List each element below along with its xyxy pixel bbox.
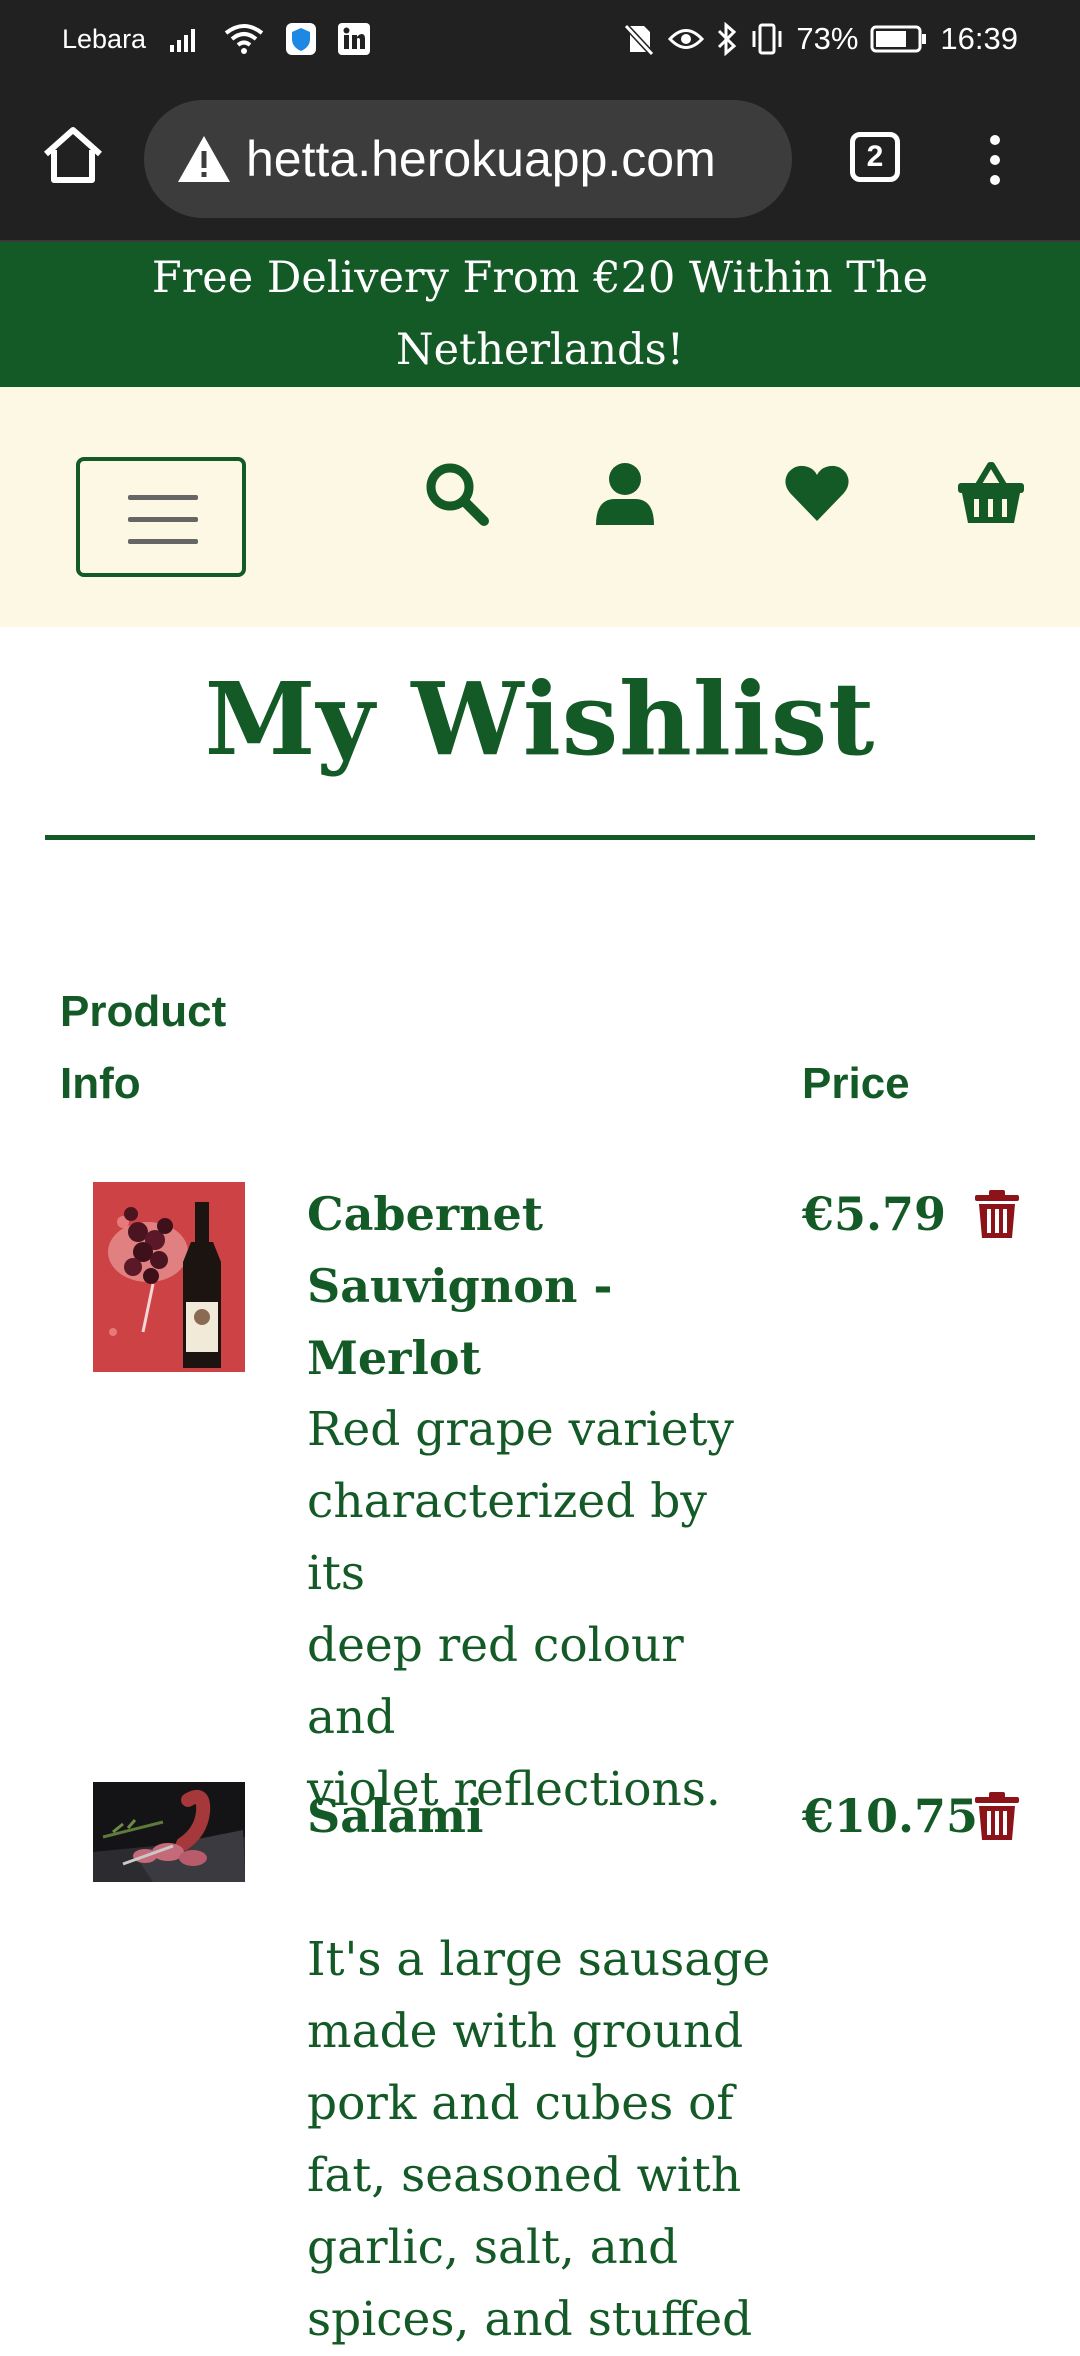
product-description-line: pork and cubes of (307, 2076, 734, 2131)
eye-icon (668, 29, 705, 49)
overflow-menu-icon[interactable] (980, 130, 1010, 190)
trash-icon[interactable] (975, 1792, 1019, 1842)
address-bar[interactable]: hetta.herokuapp.com (144, 100, 792, 218)
product-description-line: characterized by its (307, 1474, 707, 1601)
product-description: Red grape variety characterized by its d… (307, 1394, 777, 1826)
product-price: €5.79 (802, 1187, 947, 1241)
column-header-price: Price (802, 1059, 910, 1108)
product-description-line: It's a large sausage (307, 1932, 771, 1987)
product-image[interactable] (93, 1182, 245, 1372)
title-divider (45, 835, 1035, 840)
product-name[interactable]: Cabernet Sauvignon - Merlot (307, 1178, 777, 1394)
basket-icon[interactable] (956, 459, 1026, 529)
browser-toolbar: hetta.herokuapp.com 2 (0, 78, 1080, 242)
product-description-line: spices, and stuffed (307, 2292, 753, 2347)
product-description-line: made with ground (307, 2004, 744, 2059)
menu-bar-icon (128, 539, 198, 544)
shield-icon (286, 23, 317, 55)
product-image[interactable] (93, 1782, 245, 1882)
warning-icon[interactable] (176, 134, 232, 184)
url-text[interactable]: hetta.herokuapp.com (246, 130, 716, 188)
product-description-line: Red grape variety (307, 1402, 734, 1457)
column-header-product-line1: Product (60, 987, 227, 1036)
page-title: My Wishlist (204, 660, 876, 778)
product-description-line: fat, seasoned with (307, 2148, 742, 2203)
home-icon[interactable] (40, 122, 106, 188)
product-description: It's a large sausage made with ground po… (307, 1924, 777, 2356)
wifi-icon (224, 24, 264, 54)
tab-count: 2 (866, 140, 884, 173)
no-sim-icon (624, 23, 655, 56)
menu-bar-icon (128, 517, 198, 522)
column-header-product: Product Info (60, 976, 226, 1120)
product-description-line: deep red colour and (307, 1618, 684, 1745)
signal-icon (170, 29, 196, 52)
menu-bar-icon (128, 495, 198, 500)
promo-banner: Free Delivery From €20 Within The Nether… (0, 242, 1080, 387)
carrier-label: Lebara (62, 23, 147, 54)
product-name-line1[interactable]: Cabernet (307, 1178, 777, 1250)
status-right: 73% 16:39 (622, 20, 1018, 58)
site-header (0, 387, 1080, 627)
product-description-line: garlic, salt, and (307, 2220, 679, 2275)
bluetooth-icon (718, 22, 737, 56)
user-icon[interactable] (590, 459, 660, 529)
product-name-line2[interactable]: Sauvignon - Merlot (307, 1250, 777, 1394)
linkedin-icon (338, 23, 371, 55)
column-header-product-line2: Info (60, 1059, 141, 1108)
menu-toggle-button[interactable] (76, 457, 246, 577)
status-bar: Lebara 73% 16:39 (0, 0, 1080, 78)
battery-percent: 73% (796, 21, 859, 56)
status-left: Lebara (62, 20, 371, 58)
vibrate-icon (752, 23, 782, 55)
promo-line-1: Free Delivery From €20 Within The (151, 253, 929, 303)
battery-icon (870, 25, 927, 53)
promo-line-2: Netherlands! (395, 325, 684, 375)
clock: 16:39 (940, 21, 1018, 56)
product-price: €10.75 (802, 1789, 979, 1843)
search-icon[interactable] (422, 459, 492, 529)
tab-switcher-button[interactable]: 2 (850, 132, 900, 182)
product-name[interactable]: Salami (307, 1780, 777, 1852)
product-name-line1[interactable]: Salami (307, 1780, 777, 1852)
heart-icon[interactable] (782, 459, 852, 529)
trash-icon[interactable] (975, 1190, 1019, 1240)
